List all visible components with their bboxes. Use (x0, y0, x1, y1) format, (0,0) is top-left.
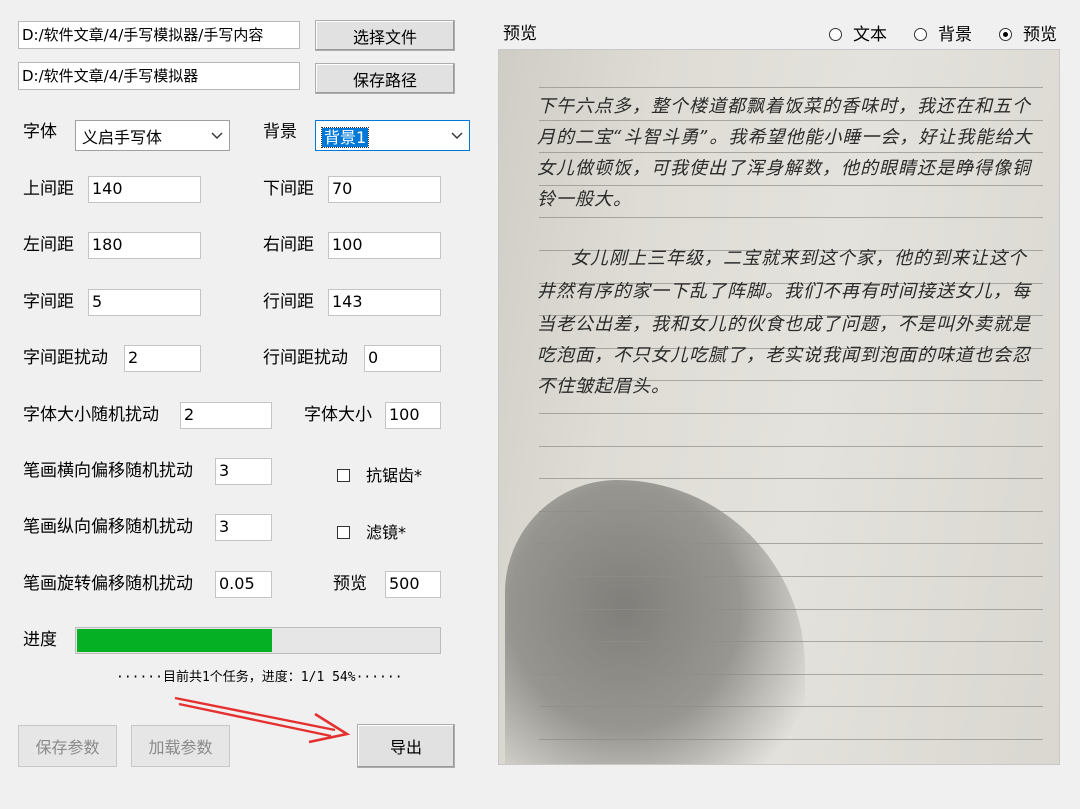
handwritten-line: 女儿刚上三年级，二宝就来到这个家，他的到来让这个 (571, 248, 1027, 269)
line-spacing-label: 行间距 (263, 292, 314, 312)
mode-radio-text[interactable] (829, 28, 842, 41)
hand-shadow (505, 480, 805, 764)
mode-label-background: 背景 (938, 25, 972, 45)
char-spacing-jitter-label: 字间距扰动 (23, 348, 108, 368)
antialias-checkbox[interactable] (337, 469, 350, 482)
font-size-label: 字体大小 (304, 405, 372, 425)
font-size-input[interactable]: 100 (385, 402, 441, 429)
handwritten-line: 不住皱起眉头。 (537, 376, 670, 397)
preview-size-label: 预览 (333, 574, 367, 594)
filter-checkbox[interactable] (337, 526, 350, 539)
export-button[interactable]: 导出 (357, 724, 455, 768)
line-spacing-input[interactable]: 143 (328, 289, 441, 316)
background-label: 背景 (263, 122, 297, 142)
line-spacing-jitter-input[interactable]: 0 (364, 345, 441, 372)
handwritten-line: 铃一般大。 (537, 189, 632, 210)
handwritten-line: 女儿做顿饭，可我使出了浑身解数，他的眼睛还是睁得像铜 (537, 158, 1031, 179)
handwritten-line: 当老公出差，我和女儿的伙食也成了问题，不是叫外卖就是 (537, 314, 1031, 335)
paper-rule (539, 510, 1043, 512)
handwritten-line: 井然有序的家一下乱了阵脚。我们不再有时间接送女儿，每 (537, 281, 1031, 302)
paper-rule (539, 576, 1043, 577)
antialias-label: 抗锯齿* (366, 466, 423, 485)
stroke-v-jitter-label: 笔画纵向偏移随机扰动 (23, 517, 193, 537)
paper-rule (539, 739, 1043, 740)
input-path-field[interactable]: D:/软件文章/4/手写模拟器/手写内容 (18, 21, 300, 49)
save-path-field[interactable]: D:/软件文章/4/手写模拟器 (18, 62, 300, 90)
right-margin-label: 右间距 (263, 235, 314, 255)
bottom-margin-input[interactable]: 70 (328, 176, 441, 203)
paper-rule (539, 478, 1043, 480)
preview-size-input[interactable]: 500 (385, 571, 441, 598)
paper-rule (539, 119, 1043, 121)
paper-rule (539, 641, 1043, 643)
progress-bar (75, 627, 441, 654)
left-margin-label: 左间距 (23, 235, 74, 255)
mode-label-preview: 预览 (1023, 25, 1057, 45)
paper-rule (539, 543, 1043, 545)
paper-rule (539, 608, 1043, 610)
paper-rule (539, 706, 1043, 708)
preview-image: 下午六点多，整个楼道都飘着饭菜的香味时，我还在和五个 月的二宝“斗智斗勇”。我希… (498, 49, 1060, 765)
mode-label-text: 文本 (853, 25, 887, 45)
chevron-down-icon (205, 132, 229, 140)
stroke-v-jitter-input[interactable]: 3 (215, 514, 272, 541)
chevron-down-icon (445, 132, 469, 140)
stroke-rot-jitter-label: 笔画旋转偏移随机扰动 (23, 574, 193, 594)
save-params-button[interactable]: 保存参数 (18, 725, 117, 767)
stroke-h-jitter-label: 笔画横向偏移随机扰动 (23, 461, 193, 481)
stroke-h-jitter-input[interactable]: 3 (215, 458, 272, 485)
handwritten-line: 下午六点多，整个楼道都飘着饭菜的香味时，我还在和五个 (537, 96, 1031, 117)
char-spacing-jitter-input[interactable]: 2 (124, 345, 201, 372)
font-select[interactable]: 义启手写体 (75, 120, 230, 151)
stroke-rot-jitter-input[interactable]: 0.05 (215, 571, 272, 598)
line-spacing-jitter-label: 行间距扰动 (263, 348, 348, 368)
top-margin-input[interactable]: 140 (88, 176, 201, 203)
progress-status: ······目前共1个任务，进度：1/1 54%······ (116, 670, 403, 685)
preview-title: 预览 (503, 24, 537, 44)
font-size-jitter-label: 字体大小随机扰动 (23, 405, 159, 425)
mode-radio-background[interactable] (914, 28, 927, 41)
paper-rule (539, 413, 1043, 414)
top-margin-label: 上间距 (23, 179, 74, 199)
background-select-value: 背景1 (320, 126, 370, 148)
left-margin-input[interactable]: 180 (88, 232, 201, 259)
paper-rule (539, 445, 1043, 447)
select-file-button[interactable]: 选择文件 (315, 20, 455, 51)
paper-rule (539, 87, 1043, 88)
filter-label: 滤镜* (366, 523, 407, 542)
bottom-margin-label: 下间距 (263, 179, 314, 199)
right-margin-input[interactable]: 100 (328, 232, 441, 259)
font-size-jitter-input[interactable]: 2 (180, 402, 272, 429)
paper-rule (539, 673, 1043, 675)
font-label: 字体 (23, 122, 57, 142)
background-select[interactable]: 背景1 (315, 120, 470, 151)
font-select-value: 义启手写体 (82, 127, 163, 147)
handwritten-line: 吃泡面，不只女儿吃腻了，老实说我闻到泡面的味道也会忍 (537, 345, 1031, 366)
mode-radio-preview[interactable] (999, 28, 1012, 41)
progress-label: 进度 (23, 630, 57, 650)
char-spacing-label: 字间距 (23, 292, 74, 312)
paper-rule (539, 217, 1043, 219)
char-spacing-input[interactable]: 5 (88, 289, 201, 316)
save-path-button[interactable]: 保存路径 (315, 63, 455, 94)
progress-fill (77, 629, 272, 652)
handwritten-line: 月的二宝“斗智斗勇”。我希望他能小睡一会，好让我能给大 (537, 127, 1033, 148)
load-params-button[interactable]: 加载参数 (131, 725, 230, 767)
